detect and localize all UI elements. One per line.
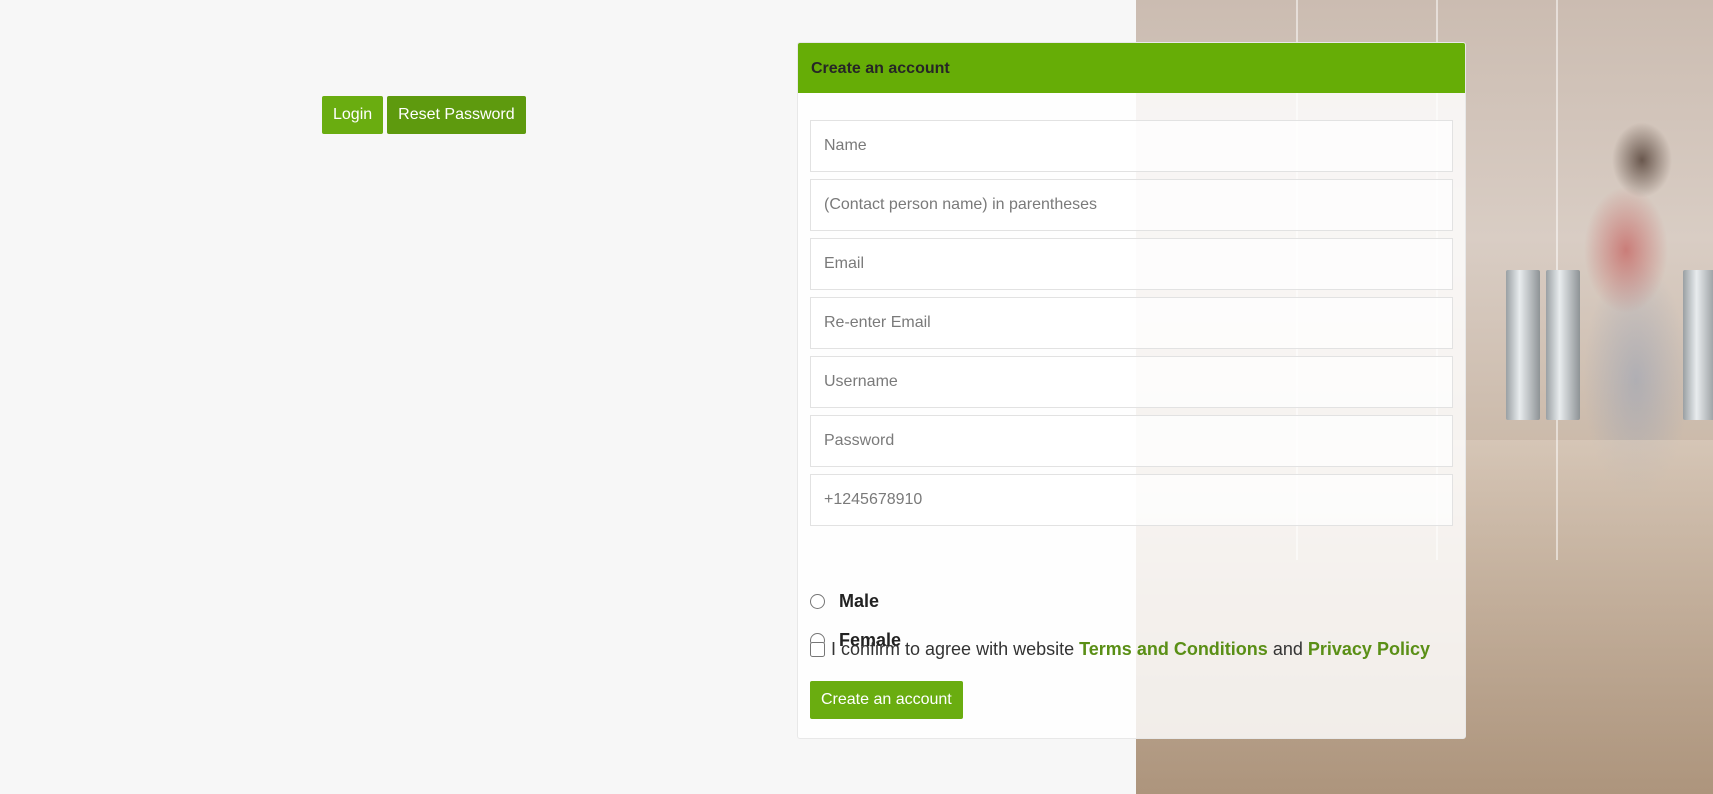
reset-password-button[interactable]: Reset Password (387, 96, 526, 134)
privacy-link[interactable]: Privacy Policy (1308, 639, 1430, 660)
male-radio[interactable] (810, 594, 825, 609)
password-field[interactable] (810, 415, 1453, 467)
terms-checkbox[interactable] (810, 642, 825, 657)
email-field[interactable] (810, 238, 1453, 290)
contact-person-field[interactable] (810, 179, 1453, 231)
gender-male-row: Male (810, 591, 879, 612)
signup-card-header: Create an account (798, 43, 1465, 93)
phone-field[interactable] (810, 474, 1453, 526)
login-button[interactable]: Login (322, 96, 384, 134)
turnstile-post (1546, 270, 1580, 420)
name-field[interactable] (810, 120, 1453, 172)
terms-and: and (1272, 639, 1303, 659)
reenter-email-field[interactable] (810, 297, 1453, 349)
top-actions: Login Reset Password (322, 96, 526, 134)
terms-link[interactable]: Terms and Conditions (1079, 639, 1268, 660)
turnstile-post (1506, 270, 1540, 420)
terms-prefix: I confirm to agree with website (831, 639, 1075, 659)
turnstile-post (1683, 270, 1713, 420)
male-label[interactable]: Male (839, 591, 879, 612)
terms-row: I confirm to agree with website Terms an… (810, 639, 1430, 660)
username-field[interactable] (810, 356, 1453, 408)
signup-card: Create an account Male Female I confirm … (797, 42, 1466, 739)
signup-form (810, 120, 1453, 533)
create-account-button[interactable]: Create an account (810, 681, 963, 719)
